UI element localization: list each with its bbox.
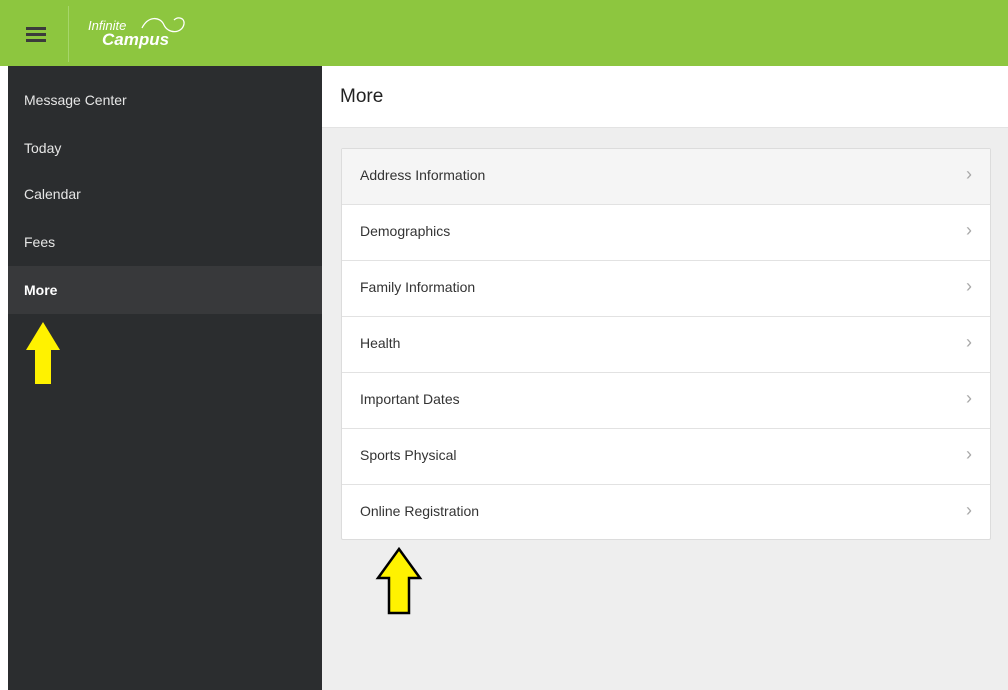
list-item-demographics[interactable]: Demographics › bbox=[342, 205, 990, 261]
sidebar-item-more[interactable]: More bbox=[8, 266, 322, 314]
list-item-sports-physical[interactable]: Sports Physical › bbox=[342, 429, 990, 485]
sidebar-item-today[interactable]: Today bbox=[8, 124, 322, 172]
page-title: More bbox=[340, 86, 384, 107]
list-item-important-dates[interactable]: Important Dates › bbox=[342, 373, 990, 429]
hamburger-menu-button[interactable] bbox=[8, 6, 63, 62]
annotation-arrow-outlined bbox=[375, 546, 423, 615]
list-item-label: Important Dates bbox=[360, 391, 460, 407]
hamburger-icon bbox=[25, 24, 46, 45]
sidebar-item-fees[interactable]: Fees bbox=[8, 218, 322, 266]
sidebar-item-calendar[interactable]: Calendar bbox=[8, 170, 322, 218]
chevron-right-icon: › bbox=[966, 444, 972, 464]
chevron-right-icon: › bbox=[966, 220, 972, 240]
annotation-arrow-solid bbox=[26, 322, 60, 384]
list-item-label: Family Information bbox=[360, 279, 476, 295]
chevron-right-icon: › bbox=[966, 500, 972, 520]
sidebar: Message Center Today Calendar Fees More bbox=[8, 66, 322, 690]
list-item-label: Address Information bbox=[360, 167, 486, 183]
list-item-label: Demographics bbox=[360, 223, 451, 239]
list-item-label: Online Registration bbox=[360, 503, 480, 519]
chevron-right-icon: › bbox=[966, 276, 972, 296]
list-item-label: Health bbox=[360, 335, 401, 351]
chevron-right-icon: › bbox=[966, 164, 972, 184]
list-item-health[interactable]: Health › bbox=[342, 317, 990, 373]
sidebar-item-message-center[interactable]: Message Center bbox=[8, 76, 322, 124]
infinity-swoosh-icon bbox=[141, 17, 185, 33]
more-options-list: Address Information › Demographics › Fam… bbox=[341, 148, 991, 540]
page-header: More bbox=[322, 66, 1008, 128]
chevron-right-icon: › bbox=[966, 332, 972, 352]
list-item-online-registration[interactable]: Online Registration › bbox=[342, 485, 990, 541]
chevron-right-icon: › bbox=[966, 388, 972, 408]
main-content: More Address Information › Demographics … bbox=[322, 66, 1008, 690]
infinite-campus-logo: Infinite Campus bbox=[88, 17, 198, 58]
top-bar: Infinite Campus bbox=[0, 0, 1008, 66]
topbar-divider bbox=[68, 6, 69, 62]
list-item-label: Sports Physical bbox=[360, 447, 457, 463]
list-item-address-information[interactable]: Address Information › bbox=[342, 149, 990, 205]
list-item-family-information[interactable]: Family Information › bbox=[342, 261, 990, 317]
left-gutter bbox=[0, 66, 8, 690]
